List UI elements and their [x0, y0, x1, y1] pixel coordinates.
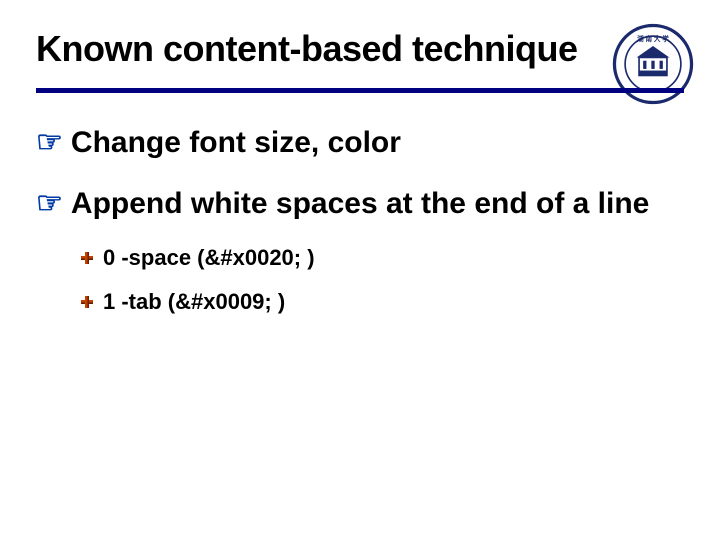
- bullet-level2: 1 -tab (&#x0009; ): [80, 289, 684, 315]
- bullet-level1: ☞ Append white spaces at the end of a li…: [36, 184, 684, 223]
- subbullet-text: 1 -tab (&#x0009; ): [103, 289, 285, 315]
- content-area: ☞ Change font size, color ☞ Append white…: [36, 123, 684, 315]
- title-area: Known content-based technique: [36, 28, 684, 93]
- title-underline: [36, 88, 684, 93]
- plus-bullet-icon: [80, 251, 94, 265]
- pointing-hand-icon: ☞: [36, 123, 63, 162]
- slide: 湖 南 大 学 Known content-based technique ☞ …: [0, 0, 720, 540]
- slide-title: Known content-based technique: [36, 28, 684, 70]
- bullet-text: Append white spaces at the end of a line: [71, 184, 684, 223]
- bullet-level2: 0 -space (&#x0020; ): [80, 245, 684, 271]
- subbullet-text: 0 -space (&#x0020; ): [103, 245, 315, 271]
- pointing-hand-icon: ☞: [36, 184, 63, 223]
- plus-bullet-icon: [80, 295, 94, 309]
- bullet-text: Change font size, color: [71, 123, 684, 162]
- sublist: 0 -space (&#x0020; ) 1 -tab (&#x0009; ): [80, 245, 684, 315]
- bullet-level1: ☞ Change font size, color: [36, 123, 684, 162]
